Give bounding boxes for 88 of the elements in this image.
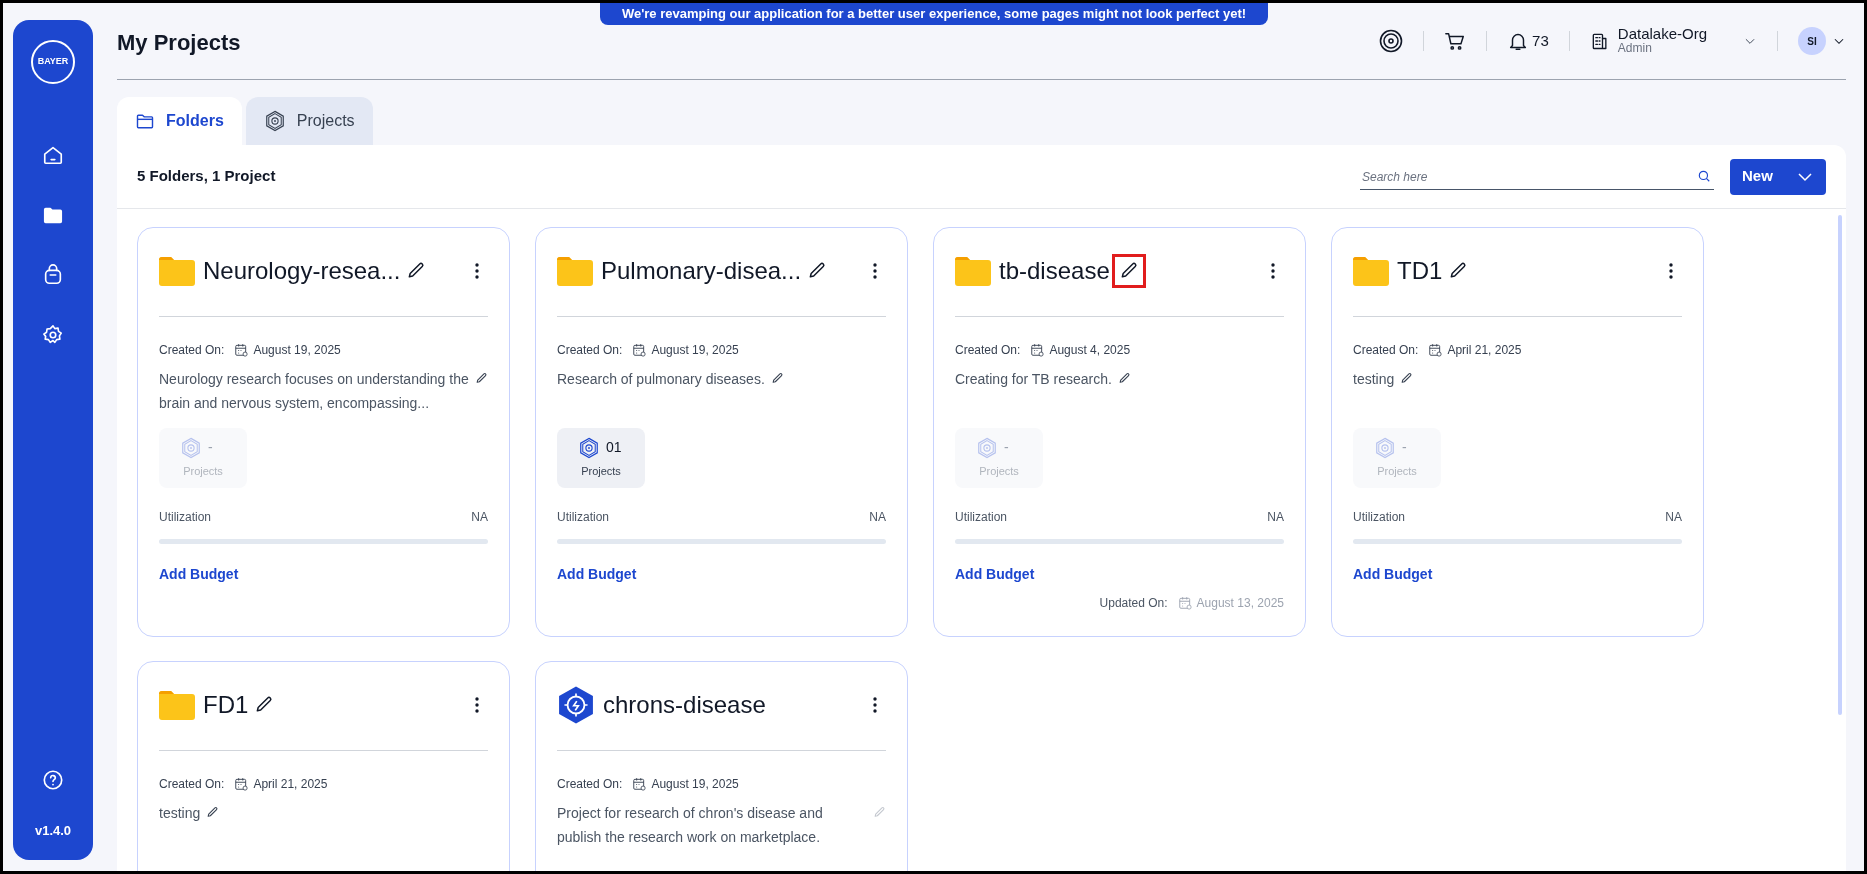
add-budget-link[interactable]: Add Budget xyxy=(955,564,1035,585)
org-switcher[interactable]: Datalake-Org Admin xyxy=(1589,26,1757,56)
hexagon-icon xyxy=(263,110,286,132)
scrollbar[interactable] xyxy=(1838,215,1842,715)
search-field[interactable]: Search here xyxy=(1360,164,1714,190)
hexagon-icon xyxy=(1374,436,1396,459)
pencil-icon[interactable] xyxy=(770,372,784,385)
settings-icon[interactable] xyxy=(42,324,64,346)
date-label: Created On: xyxy=(557,342,623,359)
folder-icon xyxy=(159,256,195,286)
card-title: TD1 xyxy=(1397,256,1443,286)
folder-icon xyxy=(955,256,991,286)
more-options-icon[interactable] xyxy=(872,696,878,714)
date-label: Created On: xyxy=(159,342,225,359)
calendar-icon xyxy=(1177,596,1192,610)
tab[interactable]: Projects xyxy=(245,97,373,145)
created-date: August 19, 2025 xyxy=(651,342,739,359)
card-title: Neurology-resea... xyxy=(203,256,401,286)
tab[interactable]: Folders xyxy=(117,97,242,145)
pencil-icon[interactable] xyxy=(1117,372,1131,385)
utilization-value: NA xyxy=(869,509,886,526)
created-date: April 21, 2025 xyxy=(253,776,328,793)
project-count-badge[interactable]: 01 Projects xyxy=(557,428,645,488)
folder-icon xyxy=(1353,256,1389,286)
card-description: Neurology research focuses on understanding the brain and nervous system, encompassing... xyxy=(159,370,469,413)
calendar-icon xyxy=(632,777,647,791)
date-label: Created On: xyxy=(1353,342,1419,359)
card-description: Project for research of chron's disease and publish the research work on marketplace. xyxy=(557,804,824,847)
date-label: Created On: xyxy=(159,776,225,793)
folder-icon xyxy=(557,256,593,286)
pencil-icon[interactable] xyxy=(1400,372,1414,385)
folder-count: 5 Folders, 1 Project xyxy=(137,166,276,187)
logo: BAYER xyxy=(31,40,75,84)
card-description: Research of pulmonary diseases. xyxy=(557,370,765,389)
info-banner: We're revamping our application for a better user experience, some pages might not look perfect yet! xyxy=(600,3,1268,25)
notifications-button[interactable]: 73 xyxy=(1507,29,1549,53)
cart-icon[interactable] xyxy=(1444,30,1467,52)
utilization-value: NA xyxy=(471,509,488,526)
user-avatar[interactable]: SI xyxy=(1798,27,1826,55)
pencil-icon[interactable] xyxy=(206,806,220,819)
project-hexagon-icon xyxy=(557,685,595,725)
calendar-icon xyxy=(632,343,647,357)
card-title: FD1 xyxy=(203,690,249,720)
version-label: v1.4.0 xyxy=(34,821,72,840)
calendar-icon xyxy=(234,777,249,791)
card-title: Pulmonary-disea... xyxy=(601,256,802,286)
card-description: testing xyxy=(1353,370,1395,389)
utilization-label: Utilization xyxy=(557,509,610,526)
created-date: August 19, 2025 xyxy=(253,342,341,359)
add-budget-link[interactable]: Add Budget xyxy=(557,564,637,585)
date-label: Created On: xyxy=(955,342,1021,359)
calendar-icon xyxy=(1030,343,1045,357)
folder-icon xyxy=(135,111,155,131)
pencil-icon[interactable] xyxy=(475,372,488,385)
search-icon xyxy=(1697,168,1711,183)
hexagon-icon xyxy=(578,436,600,459)
help-icon[interactable] xyxy=(42,768,64,791)
more-options-icon[interactable] xyxy=(872,262,878,280)
utilization-label: Utilization xyxy=(955,509,1008,526)
updated-date: August 13, 2025 xyxy=(1196,595,1284,612)
more-options-icon[interactable] xyxy=(1668,262,1674,280)
card-description: Creating for TB research. xyxy=(955,370,1112,389)
utilization-label: Utilization xyxy=(159,509,212,526)
more-options-icon[interactable] xyxy=(474,262,480,280)
card-title: tb-disease xyxy=(999,256,1110,286)
highlighted-edit-button[interactable] xyxy=(1111,254,1146,288)
more-options-icon[interactable] xyxy=(474,696,480,714)
utilization-value: NA xyxy=(1665,509,1682,526)
created-date: August 4, 2025 xyxy=(1049,342,1131,359)
calendar-icon xyxy=(234,343,249,357)
date-label: Created On: xyxy=(557,776,623,793)
new-button[interactable]: New xyxy=(1730,158,1826,195)
more-options-icon[interactable] xyxy=(1270,262,1276,280)
home-icon[interactable] xyxy=(42,144,64,166)
folder-icon xyxy=(159,690,195,720)
calendar-icon xyxy=(1428,343,1443,357)
card-title: chrons-disease xyxy=(603,690,766,720)
date-label: Updated On: xyxy=(1099,595,1168,612)
utilization-label: Utilization xyxy=(1353,509,1406,526)
card-description: testing xyxy=(159,804,201,823)
hexagon-icon xyxy=(976,436,998,459)
add-budget-link[interactable]: Add Budget xyxy=(1353,564,1433,585)
hexagon-icon xyxy=(180,436,202,459)
created-date: April 21, 2025 xyxy=(1447,342,1522,359)
utilization-value: NA xyxy=(1267,509,1284,526)
page-title: My Projects xyxy=(117,28,241,57)
created-date: August 19, 2025 xyxy=(651,776,739,793)
add-budget-link[interactable]: Add Budget xyxy=(159,564,239,585)
